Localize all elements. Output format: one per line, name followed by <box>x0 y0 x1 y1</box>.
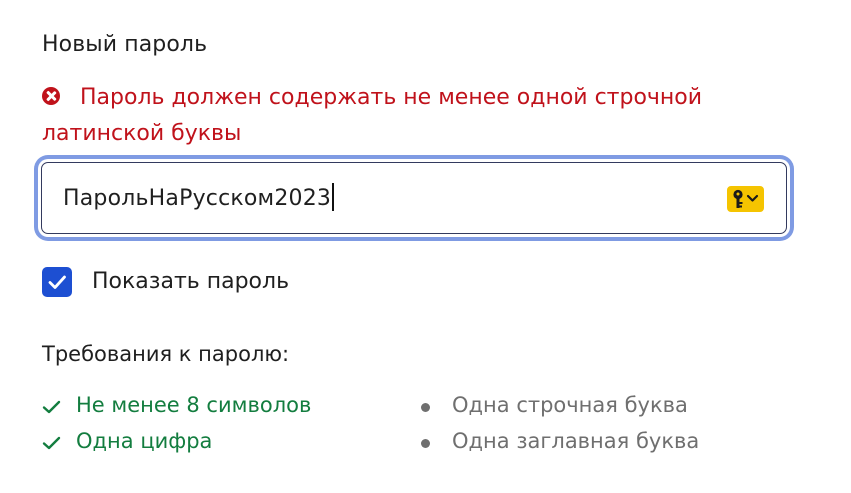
requirement-text: Одна заглавная буква <box>452 429 700 453</box>
new-password-label: Новый пароль <box>42 32 208 57</box>
requirement-text: Не менее 8 символов <box>76 393 312 417</box>
new-password-input[interactable]: ПарольНаРусском2023 <box>38 159 790 237</box>
check-icon <box>42 400 61 414</box>
password-input-value: ПарольНаРусском2023 <box>63 186 332 211</box>
requirements-title: Требования к паролю: <box>42 342 290 366</box>
requirement-text: Одна цифра <box>76 429 213 453</box>
text-caret <box>332 183 334 211</box>
check-icon <box>42 436 61 450</box>
password-manager-key-icon[interactable] <box>727 186 764 212</box>
checkmark-icon <box>48 275 66 289</box>
error-x-circle-icon <box>42 87 60 105</box>
show-password-checkbox[interactable] <box>42 267 72 297</box>
password-form: Новый пароль Пароль должен содержать не … <box>0 0 851 493</box>
bullet-dot-icon <box>421 439 430 448</box>
requirement-text: Одна строчная буква <box>452 393 688 417</box>
bullet-dot-icon <box>421 403 430 412</box>
show-password-label[interactable]: Показать пароль <box>92 269 289 294</box>
error-text: Пароль должен содержать не менее одной с… <box>42 85 703 146</box>
password-error-message: Пароль должен содержать не менее одной с… <box>42 80 772 152</box>
